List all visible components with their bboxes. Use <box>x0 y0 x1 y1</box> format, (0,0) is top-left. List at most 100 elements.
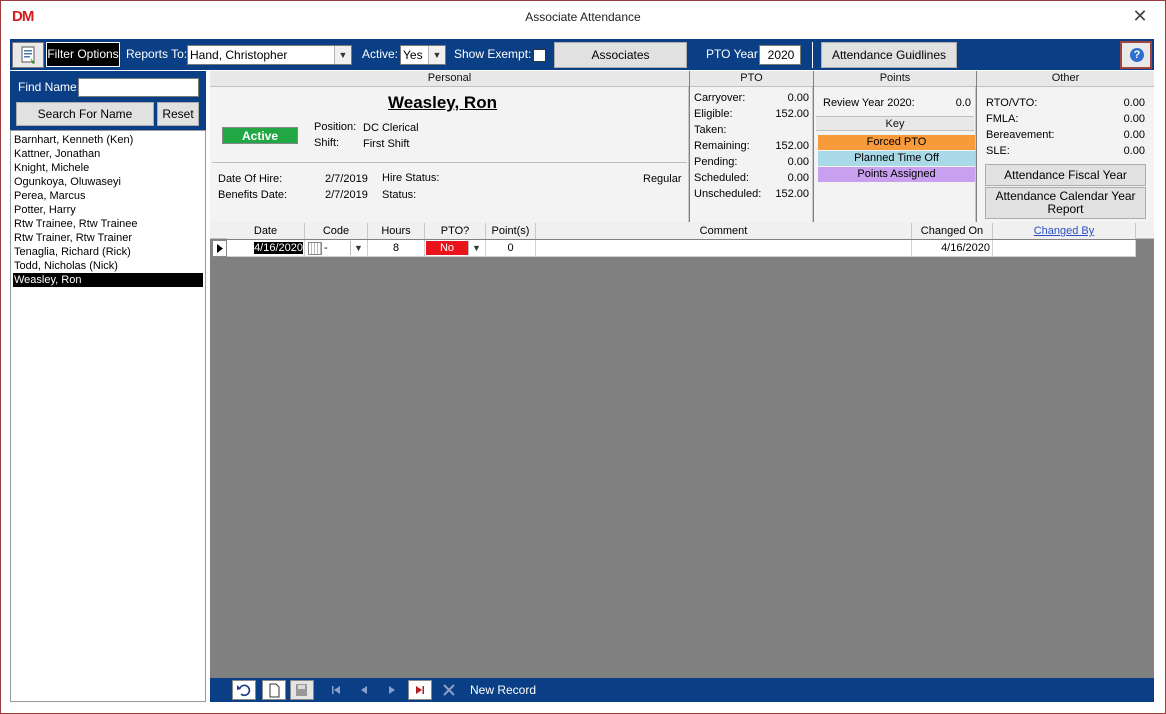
help-button[interactable]: ? <box>1120 41 1152 69</box>
other-row-label: RTO/VTO: <box>986 97 1038 109</box>
pto-row-value: 152.00 <box>775 108 809 120</box>
pto-row-value: 152.00 <box>775 140 809 152</box>
reports-to-select[interactable]: Hand, Christopher ▼ <box>187 45 352 65</box>
points-header: Points <box>814 71 976 87</box>
active-select[interactable]: Yes ▼ <box>400 45 446 65</box>
show-exempt-checkbox[interactable] <box>533 49 546 62</box>
col-points-header[interactable]: Point(s) <box>486 223 536 239</box>
associate-list-item[interactable]: Rtw Trainee, Rtw Trainee <box>13 217 203 231</box>
pto-row-label: Pending: <box>694 156 738 168</box>
report-icon <box>21 46 35 64</box>
associate-list-item[interactable]: Kattner, Jonathan <box>13 147 203 161</box>
col-changed-on-header[interactable]: Changed On <box>912 223 993 239</box>
save-record-button[interactable] <box>290 680 314 700</box>
last-record-icon <box>416 686 424 694</box>
col-changed-by-header[interactable]: Changed By <box>993 223 1136 239</box>
associate-list-item[interactable]: Knight, Michele <box>13 161 203 175</box>
associate-list-item[interactable]: Rtw Trainer, Rtw Trainer <box>13 231 203 245</box>
position-value: DC Clerical <box>363 122 419 134</box>
first-record-button[interactable] <box>324 680 348 700</box>
associate-list-item[interactable]: Tenaglia, Richard (Rick) <box>13 245 203 259</box>
new-document-button[interactable] <box>262 680 286 700</box>
filter-options-button[interactable]: Filter Options <box>46 42 120 67</box>
reset-button[interactable]: Reset <box>157 102 199 126</box>
cell-date[interactable]: 4/16/2020 <box>227 240 305 257</box>
attendance-guidelines-button[interactable]: Attendance Guidlines <box>821 42 957 68</box>
previous-record-button[interactable] <box>352 680 376 700</box>
pto-year-value: 2020 <box>767 48 795 62</box>
report-icon-button[interactable] <box>12 42 44 68</box>
help-icon: ? <box>1130 48 1144 62</box>
last-record-button[interactable] <box>408 680 432 700</box>
next-record-button[interactable] <box>380 680 404 700</box>
cell-code-value: - <box>324 242 328 254</box>
associate-list-item[interactable]: Potter, Harry <box>13 203 203 217</box>
show-exempt-label: Show Exempt: <box>454 47 532 61</box>
col-comment-header[interactable]: Comment <box>536 223 912 239</box>
cell-hours[interactable]: 8 <box>368 240 425 257</box>
position-label: Position: <box>314 121 357 133</box>
col-hours-header[interactable]: Hours <box>368 223 425 239</box>
key-item: Planned Time Off <box>818 151 975 166</box>
delete-record-icon <box>443 684 455 696</box>
search-for-name-button[interactable]: Search For Name <box>16 102 154 126</box>
cell-pto-value: No <box>426 241 468 255</box>
associate-list-item[interactable]: Todd, Nicholas (Nick) <box>13 259 203 273</box>
date-of-hire-value: 2/7/2019 <box>325 173 368 185</box>
find-name-label: Find Name: <box>18 80 81 94</box>
pto-row-label: Carryover: <box>694 92 746 104</box>
calendar-year-report-button[interactable]: Attendance Calendar Year Report <box>985 187 1146 219</box>
record-selector[interactable] <box>212 240 227 257</box>
benefits-date-label: Benefits Date: <box>218 189 288 201</box>
toolbar-divider <box>812 42 813 68</box>
calendar-icon[interactable] <box>308 242 322 255</box>
key-item: Forced PTO <box>818 135 975 150</box>
chevron-down-icon[interactable]: ▼ <box>334 46 351 64</box>
active-value: Yes <box>403 48 423 62</box>
associate-list-item[interactable]: Perea, Marcus <box>13 189 203 203</box>
other-row-label: Bereavement: <box>986 129 1055 141</box>
other-header: Other <box>977 71 1154 87</box>
associates-button[interactable]: Associates <box>554 42 687 68</box>
other-row-value: 0.00 <box>1123 113 1145 125</box>
shift-label: Shift: <box>314 137 340 149</box>
associate-list-item[interactable]: Weasley, Ron <box>13 273 203 287</box>
current-record-arrow-icon <box>217 244 223 253</box>
save-icon <box>296 684 307 696</box>
chevron-down-icon[interactable]: ▼ <box>468 241 484 255</box>
col-date-header[interactable]: Date <box>227 223 305 239</box>
hire-status-label: Hire Status: <box>382 172 440 184</box>
pto-row-value: 0.00 <box>787 92 809 104</box>
pto-year-input[interactable]: 2020 <box>759 45 801 65</box>
chevron-down-icon[interactable]: ▼ <box>350 241 366 255</box>
personal-header: Personal <box>210 71 689 87</box>
find-name-input[interactable] <box>78 78 199 97</box>
fiscal-year-report-button[interactable]: Attendance Fiscal Year Report <box>985 164 1146 202</box>
delete-record-button[interactable] <box>438 680 462 700</box>
pto-header: PTO <box>690 71 813 87</box>
chevron-down-icon[interactable]: ▼ <box>428 46 445 64</box>
active-label: Active: <box>362 47 399 61</box>
status-label: Status: <box>382 189 417 201</box>
pto-row-label: Remaining: <box>694 140 750 152</box>
cell-pto[interactable]: No ▼ <box>425 240 486 257</box>
associate-list-item[interactable]: Barnhart, Kenneth (Ken) <box>13 133 203 147</box>
cell-points[interactable]: 0 <box>486 240 536 257</box>
cell-code[interactable]: - ▼ <box>305 240 368 257</box>
associate-list-item[interactable]: Ogunkoya, Oluwaseyi <box>13 175 203 189</box>
undo-button[interactable] <box>232 680 256 700</box>
personal-divider <box>212 162 687 163</box>
cell-changed-on[interactable]: 4/16/2020 <box>912 240 993 257</box>
associate-name: Weasley, Ron <box>388 93 497 112</box>
col-pto-header[interactable]: PTO? <box>425 223 486 239</box>
status-badge: Active <box>222 127 298 144</box>
cell-changed-by[interactable] <box>993 240 1136 257</box>
review-year-label: Review Year 2020: <box>823 97 915 109</box>
hire-status-value: Regular <box>643 173 682 185</box>
window-title: Associate Attendance <box>525 10 641 24</box>
close-icon[interactable]: ✕ <box>1130 4 1150 28</box>
col-code-header[interactable]: Code <box>305 223 368 239</box>
other-row-value: 0.00 <box>1123 97 1145 109</box>
cell-comment[interactable] <box>536 240 912 257</box>
key-header: Key <box>816 116 974 131</box>
